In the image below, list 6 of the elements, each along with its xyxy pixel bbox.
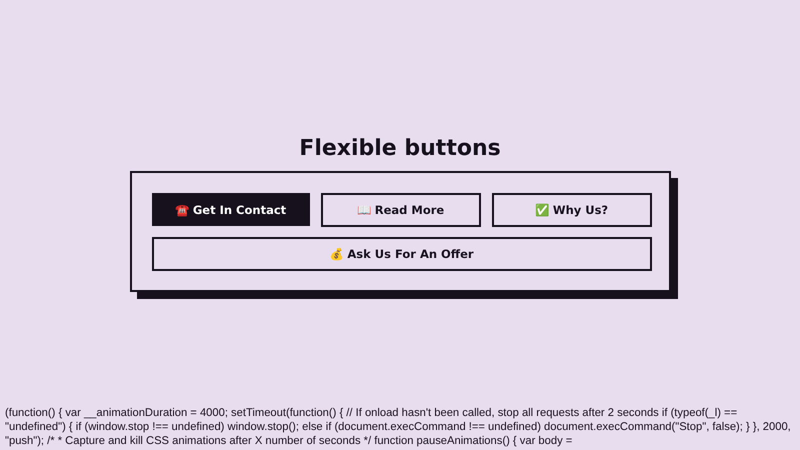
action-button[interactable]: 📖 Read More: [320, 193, 480, 227]
action-button[interactable]: ☎ Get In Contact: [152, 193, 310, 226]
script-text: (function() { var __animationDuration = 4000; setTimeout(function() { // If onload hasn't been called, stop all requests after 2 seconds if (typeof(_l) == "undefined") { if (window.stop !== undefined) window.stop(); else if (document.execCommand !== undefined) document.execCommand("Stop", false); } }, 2000, "push"); /* * Capture and kill CSS animations after X number of seconds */ function pauseAnimations() { var body =: [4, 406, 792, 449]
page-title: Flexible buttons: [299, 135, 501, 162]
action-button[interactable]: ✅ Why Us?: [492, 193, 652, 227]
action-button[interactable]: 💰 Ask Us For An Offer: [152, 237, 652, 271]
